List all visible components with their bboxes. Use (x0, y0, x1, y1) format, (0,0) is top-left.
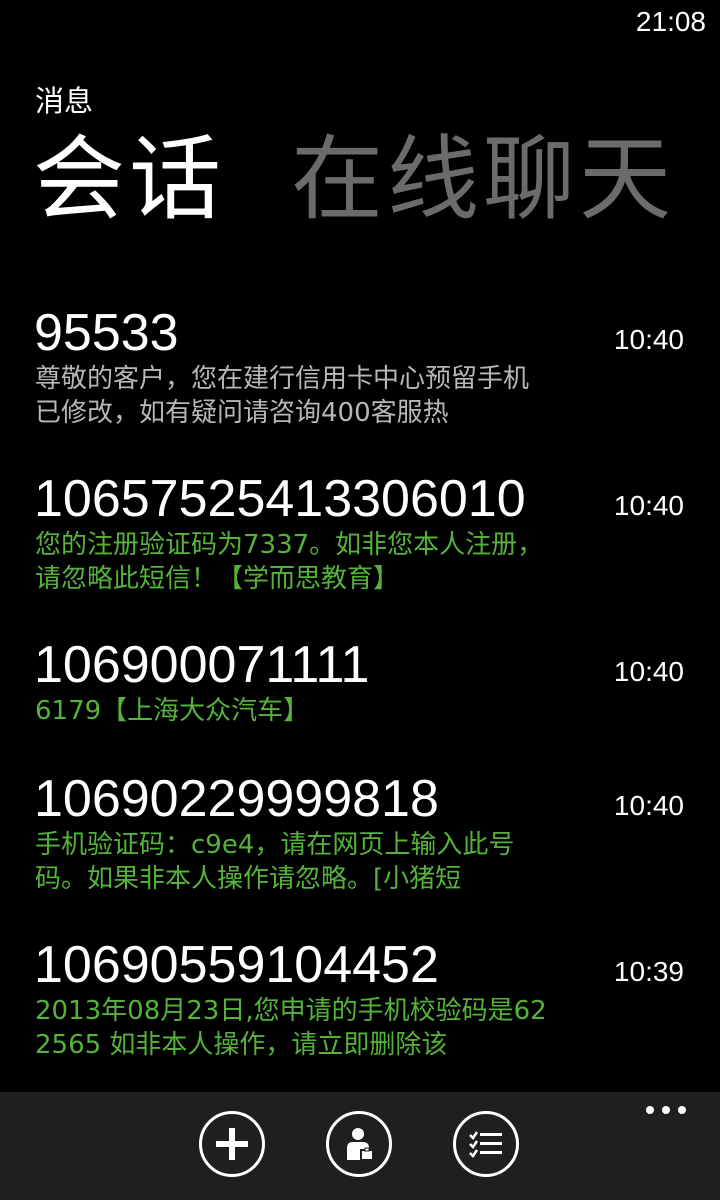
status-bar: 21:08 (0, 0, 720, 48)
message-time: 10:39 (613, 956, 684, 987)
new-message-button[interactable] (199, 1111, 265, 1177)
message-preview: 尊敬的客户，您在建行信用卡中心预留手机已修改，如有疑问请咨询400客服热 (35, 364, 530, 428)
message-preview: 您的注册验证码为7337。如非您本人注册，请忽略此短信！【学而思教育】 (35, 530, 544, 594)
message-item[interactable]: 95533 10:40 尊敬的客户，您在建行信用卡中心预留手机已修改，如有疑问请… (0, 300, 720, 460)
message-time: 10:40 (613, 656, 684, 687)
message-sender: 95533 (34, 304, 179, 362)
message-preview: 2013年08月23日,您申请的手机校验码是622565 如非本人操作，请立即删… (35, 996, 547, 1060)
contacts-button[interactable] (326, 1111, 392, 1177)
message-preview: 6179【上海大众汽车】 (35, 696, 310, 726)
message-sender: 10690559104452 (34, 936, 439, 994)
message-item[interactable]: 10690559104452 10:39 2013年08月23日,您申请的手机校… (0, 932, 720, 1092)
pivot-header-bar: 会话 在线聊天 (33, 122, 720, 237)
message-time: 10:40 (613, 324, 684, 355)
add-icon (216, 1128, 248, 1160)
pivot-tab-conversations[interactable]: 会话 (33, 122, 225, 237)
message-sender: 10657525413306010 (34, 470, 526, 528)
more-icon[interactable] (646, 1100, 686, 1120)
message-item[interactable]: 10690229999818 10:40 手机验证码：c9e4，请在网页上输入此… (0, 766, 720, 926)
app-title: 消息 (35, 84, 94, 118)
select-button[interactable] (453, 1111, 519, 1177)
app-bar (0, 1092, 720, 1200)
pivot-tab-online-chat[interactable]: 在线聊天 (291, 122, 675, 237)
contact-icon (347, 1128, 374, 1161)
message-time: 10:40 (613, 490, 684, 521)
message-sender: 106900071111 (34, 636, 370, 694)
message-time: 10:40 (613, 790, 684, 821)
message-preview: 手机验证码：c9e4，请在网页上输入此号码。如果非本人操作请忽略。[小猪短 (35, 830, 515, 894)
select-list-icon (469, 1131, 502, 1158)
message-sender: 10690229999818 (34, 770, 439, 828)
status-clock: 21:08 (635, 6, 706, 37)
message-item[interactable]: 10657525413306010 10:40 您的注册验证码为7337。如非您… (0, 466, 720, 626)
